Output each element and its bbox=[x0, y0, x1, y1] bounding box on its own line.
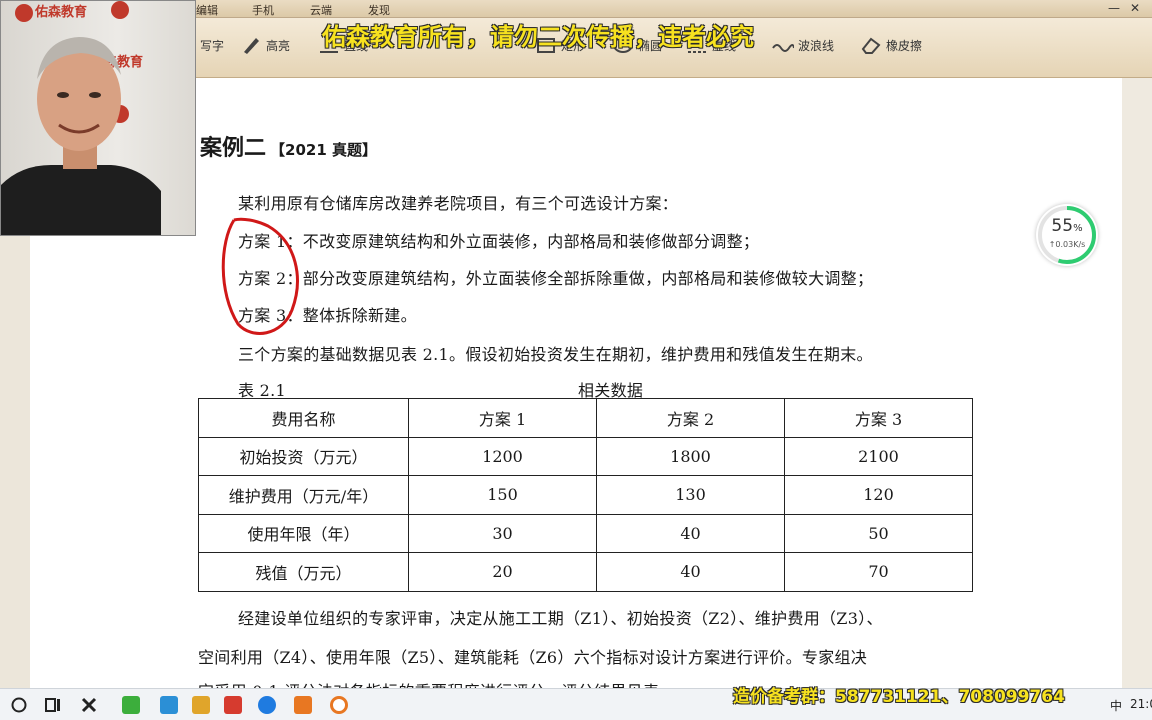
plan-2-line: 方案 2：部分改变原建筑结构，外立面装修全部拆除重做，内部格局和装修做较大调整； bbox=[238, 269, 874, 288]
wave-line-icon bbox=[772, 44, 794, 52]
red-ink-annotation bbox=[221, 217, 299, 335]
ring-percent-sign: % bbox=[1073, 223, 1083, 234]
app-blue-icon[interactable] bbox=[160, 696, 178, 714]
table-cell: 初始投资（万元） bbox=[198, 436, 409, 476]
tab-cloud[interactable]: 云端 bbox=[310, 2, 332, 18]
table-header-cell: 费用名称 bbox=[198, 398, 409, 438]
recorder-icon[interactable] bbox=[330, 696, 348, 714]
table-row: 使用年限（年） 30 40 50 bbox=[198, 513, 973, 553]
evaluation-line-1: 经建设单位组织的专家评审，决定从施工工期（Z1）、初始投资（Z2）、维护费用（Z… bbox=[238, 609, 883, 628]
table-row: 维护费用（万元/年） 150 130 120 bbox=[198, 475, 973, 515]
close-icon[interactable]: ✕ bbox=[1130, 1, 1140, 15]
wave-label: 波浪线 bbox=[798, 38, 835, 53]
app-icon[interactable] bbox=[80, 696, 98, 714]
case-tag: 【2021 真题】 bbox=[270, 141, 377, 159]
tab-discover[interactable]: 发现 bbox=[368, 2, 390, 18]
minimize-icon[interactable]: — bbox=[1108, 1, 1120, 15]
scrollbar[interactable] bbox=[1122, 78, 1152, 688]
table-cell: 2100 bbox=[784, 436, 973, 476]
table-cell: 40 bbox=[596, 513, 785, 553]
wps-icon[interactable] bbox=[224, 696, 242, 714]
table-header-cell: 方案 2 bbox=[596, 398, 785, 438]
table-cell: 70 bbox=[784, 552, 973, 592]
ring-percent: 55% bbox=[1036, 216, 1098, 236]
case-title: 案例二 【2021 真题】 bbox=[200, 130, 377, 162]
table-cell: 20 bbox=[408, 552, 597, 592]
folder-icon[interactable] bbox=[192, 696, 210, 714]
write-tool[interactable]: 写字 bbox=[200, 32, 224, 58]
table-cell: 使用年限（年） bbox=[198, 513, 409, 553]
task-view-icon[interactable] bbox=[44, 696, 62, 714]
table-cell: 130 bbox=[596, 475, 785, 515]
table-cell: 120 bbox=[784, 475, 973, 515]
table-row: 初始投资（万元） 1200 1800 2100 bbox=[198, 436, 973, 476]
table-cell: 150 bbox=[408, 475, 597, 515]
ring-percent-value: 55 bbox=[1051, 216, 1074, 236]
evaluation-line-2: 空间利用（Z4）、使用年限（Z5）、建筑能耗（Z6）六个指标对设计方案进行评价。… bbox=[198, 648, 868, 667]
table-cell: 1800 bbox=[596, 436, 785, 476]
tab-phone[interactable]: 手机 bbox=[252, 2, 274, 18]
contact-watermark: 造价备考群：587731121、708099764 bbox=[733, 687, 1065, 707]
table-cell: 1200 bbox=[408, 436, 597, 476]
table-row: 残值（万元） 20 40 70 bbox=[198, 552, 973, 592]
basis-paragraph: 三个方案的基础数据见表 2.1。假设初始投资发生在期初，维护费用和残值发生在期末… bbox=[238, 345, 873, 364]
data-table: 费用名称 方案 1 方案 2 方案 3 初始投资（万元） 1200 1800 2… bbox=[198, 398, 973, 592]
network-progress-ring[interactable]: 55% ↑0.03K/s bbox=[1036, 204, 1098, 266]
app-circle-icon[interactable] bbox=[258, 696, 276, 714]
copyright-watermark: 佑森教育所有，请勿二次传播，违者必究 bbox=[322, 23, 754, 51]
intro-paragraph: 某利用原有仓储库房改建养老院项目，有三个可选设计方案： bbox=[238, 194, 679, 213]
write-label: 写字 bbox=[200, 38, 225, 53]
tab-edit[interactable]: 编辑 bbox=[196, 2, 218, 18]
case-title-text: 案例二 bbox=[200, 136, 267, 161]
eraser-icon bbox=[861, 37, 881, 54]
table-header-row: 费用名称 方案 1 方案 2 方案 3 bbox=[198, 398, 973, 438]
app-orange-icon[interactable] bbox=[294, 696, 312, 714]
presenter-figure bbox=[1, 37, 161, 235]
eraser-tool[interactable]: 橡皮擦 bbox=[860, 32, 922, 58]
table-cell: 40 bbox=[596, 552, 785, 592]
clock[interactable]: 21:0 bbox=[1130, 697, 1152, 711]
table-cell: 50 bbox=[784, 513, 973, 553]
table-header-cell: 方案 3 bbox=[784, 398, 973, 438]
highlight-tool[interactable]: 高亮 bbox=[240, 32, 290, 58]
table-cell: 残值（万元） bbox=[198, 552, 409, 592]
table-cell: 维护费用（万元/年） bbox=[198, 475, 409, 515]
plan-1-line: 方案 1：不改变原建筑结构和外立面装修，内部格局和装修做部分调整； bbox=[238, 232, 760, 251]
ime-indicator[interactable]: 中 bbox=[1110, 697, 1122, 714]
wave-tool[interactable]: 波浪线 bbox=[772, 32, 834, 58]
ring-speed: ↑0.03K/s bbox=[1048, 240, 1086, 249]
highlight-label: 高亮 bbox=[266, 38, 291, 53]
table-cell: 30 bbox=[408, 513, 597, 553]
eraser-label: 橡皮擦 bbox=[886, 38, 923, 53]
table-header-cell: 方案 1 bbox=[408, 398, 597, 438]
webcam-overlay: 佑森教育 佑森教育 bbox=[0, 0, 196, 236]
evaluation-line-3: 定采用 0-1 评分法对各指标的重要程度进行评分，评分结果见表 bbox=[198, 678, 659, 688]
marker-icon bbox=[244, 38, 259, 54]
browser-icon[interactable] bbox=[122, 696, 140, 714]
search-circle-icon[interactable] bbox=[10, 696, 28, 714]
